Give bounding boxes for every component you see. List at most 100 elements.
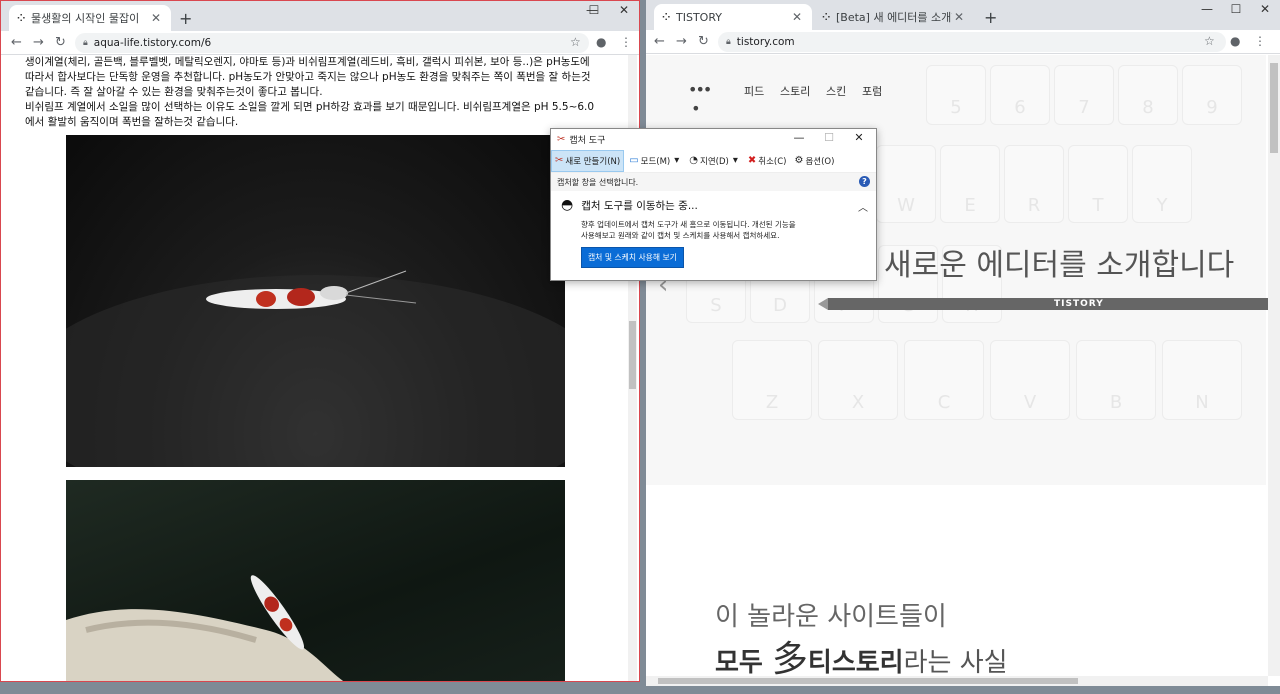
snip-maximize-button: ☐ bbox=[824, 131, 834, 144]
snip-status-bar: 캡처할 창을 선택합니다. ? bbox=[551, 173, 876, 191]
mountain-icon: ◓ bbox=[561, 197, 574, 213]
tab-title: 물생활의 시작인 물잡이 bbox=[31, 12, 140, 25]
new-tab-button[interactable]: + bbox=[179, 9, 192, 28]
scissors-icon: ✂ bbox=[557, 133, 566, 145]
more-menu-icon[interactable]: ⋮ bbox=[620, 35, 632, 49]
mode-label: 모드(M) bbox=[640, 156, 671, 167]
scissors-icon: ✂ bbox=[555, 155, 564, 166]
minimize-button[interactable]: — bbox=[1192, 2, 1222, 16]
notice-body-line: 사용해보고 원래와 같이 캡처 및 스케치를 사용해서 캡처하세요. bbox=[581, 231, 780, 240]
tab-title: [Beta] 새 에디터를 소개합니다. bbox=[836, 11, 952, 24]
nav-story[interactable]: 스토리 bbox=[780, 83, 810, 99]
new-snip-label: 새로 만들기(N) bbox=[565, 156, 621, 167]
star-icon[interactable]: ☆ bbox=[1204, 34, 1215, 48]
forward-arrow-icon[interactable]: → bbox=[33, 35, 44, 50]
key-cap: Z bbox=[732, 340, 812, 420]
gear-icon: ⚙ bbox=[794, 155, 804, 166]
snip-close-button[interactable]: ✕ bbox=[845, 131, 873, 144]
shrimp-photo-2 bbox=[66, 480, 565, 681]
try-snip-sketch-button[interactable]: 캡처 및 스케치 사용해 보기 bbox=[581, 247, 684, 268]
promo-line-2: 모두 多티스토리라는 사실 bbox=[715, 630, 1008, 682]
address-bar[interactable]: 🔒︎ tistory.com bbox=[718, 32, 1226, 52]
left-toolbar: ← → ↻ 🔒︎ aqua-life.tistory.com/6 ☆ ● ⋮ bbox=[1, 31, 639, 55]
mode-icon: ▭ bbox=[629, 155, 639, 166]
delay-button[interactable]: ◔ 지연(D) ▾ bbox=[686, 150, 743, 172]
article-line: 따라서 합사보다는 단독항 운영을 추천합니다. pH농도가 안맞아고 죽지는 … bbox=[25, 71, 591, 83]
restore-icon[interactable]: ☐ bbox=[579, 3, 609, 17]
reload-icon[interactable]: ↻ bbox=[55, 35, 66, 50]
restore-icon[interactable]: ☐ bbox=[1221, 2, 1251, 16]
shrimp-photo-1 bbox=[66, 135, 565, 467]
left-tab-aqua-life[interactable]: ⁘ 물생활의 시작인 물잡이 ✕ bbox=[9, 5, 171, 31]
snip-minimize-button[interactable]: — bbox=[785, 131, 813, 144]
key-cap: 6 bbox=[990, 65, 1050, 125]
tab-close-icon[interactable]: ✕ bbox=[952, 10, 966, 24]
right-scroll-thumb[interactable] bbox=[1270, 63, 1278, 153]
article-text: 생이계열(체리, 골든백, 블루벨벳, 메탈릭오렌지, 야마토 등)과 비쉬림프… bbox=[25, 55, 615, 130]
back-arrow-icon[interactable]: ← bbox=[11, 35, 22, 50]
notice-title: 캡처 도구를 이동하는 중... bbox=[581, 199, 698, 212]
url-text: tistory.com bbox=[736, 36, 795, 48]
dropdown-arrow-icon[interactable]: ▾ bbox=[733, 155, 738, 166]
help-icon[interactable]: ? bbox=[859, 176, 870, 187]
pencil-graphic bbox=[828, 298, 1268, 310]
key-cap: 7 bbox=[1054, 65, 1114, 125]
snip-command-bar: ✂ 새로 만들기(N) ▭ 모드(M) ▾ ◔ 지연(D) ▾ ✖ 취소(C) … bbox=[551, 149, 876, 173]
key-cap: 8 bbox=[1118, 65, 1178, 125]
options-label: 옵션(O) bbox=[805, 156, 835, 167]
profile-icon[interactable]: ● bbox=[1230, 34, 1240, 48]
dropdown-arrow-icon[interactable]: ▾ bbox=[674, 155, 679, 166]
new-tab-button[interactable]: + bbox=[984, 8, 997, 27]
notice-body-line: 향후 업데이트에서 캡처 도구가 새 홈으로 이동됩니다. 개선된 기능을 bbox=[581, 220, 796, 229]
clock-icon: ◔ bbox=[689, 155, 699, 166]
delay-label: 지연(D) bbox=[700, 156, 729, 167]
key-cap: T bbox=[1068, 145, 1128, 223]
key-cap: N bbox=[1162, 340, 1242, 420]
left-scroll-thumb[interactable] bbox=[629, 321, 636, 389]
snip-titlebar: ✂ 캡처 도구 — ☐ ✕ bbox=[551, 129, 876, 149]
article-line: 비쉬림프 계열에서 소일을 많이 선택하는 이유도 소일을 깔게 되면 pH하강… bbox=[25, 101, 595, 113]
star-icon[interactable]: ☆ bbox=[570, 35, 581, 49]
cancel-button[interactable]: ✖ 취소(C) bbox=[745, 150, 790, 172]
key-cap: Y bbox=[1132, 145, 1192, 223]
snip-title: 캡처 도구 bbox=[569, 135, 606, 146]
address-bar[interactable]: 🔒︎ aqua-life.tistory.com/6 bbox=[75, 33, 589, 53]
reload-icon[interactable]: ↻ bbox=[698, 34, 709, 49]
snip-move-notice: ◓ 캡처 도구를 이동하는 중... ︿ 향후 업데이트에서 캡처 도구가 새 … bbox=[551, 191, 876, 274]
right-horizontal-scrollbar[interactable] bbox=[646, 676, 1268, 686]
forward-arrow-icon[interactable]: → bbox=[676, 34, 687, 49]
collapse-chevron-icon[interactable]: ︿ bbox=[858, 199, 868, 214]
notice-header: ◓ 캡처 도구를 이동하는 중... bbox=[561, 197, 866, 213]
key-cap: W bbox=[876, 145, 936, 223]
url-text: aqua-life.tistory.com/6 bbox=[93, 37, 212, 49]
key-cap: B bbox=[1076, 340, 1156, 420]
left-tab-bar: ⁘ 물생활의 시작인 물잡이 ✕ + — ☐ ✕ bbox=[1, 1, 639, 31]
tistory-favicon-icon: ⁘ bbox=[822, 11, 831, 23]
new-snip-button[interactable]: ✂ 새로 만들기(N) bbox=[551, 149, 625, 172]
tab-title: TISTORY bbox=[676, 10, 722, 24]
snipping-tool-window: ✂ 캡처 도구 — ☐ ✕ ✂ 새로 만들기(N) ▭ 모드(M) ▾ ◔ 지연… bbox=[550, 128, 877, 281]
right-hscroll-thumb[interactable] bbox=[658, 678, 1078, 684]
nav-skin[interactable]: 스킨 bbox=[826, 83, 846, 99]
tab-close-icon[interactable]: ✕ bbox=[790, 10, 804, 24]
tab-beta-editor[interactable]: ⁘ [Beta] 새 에디터를 소개합니다. ✕ bbox=[814, 4, 974, 30]
more-menu-icon[interactable]: ⋮ bbox=[1254, 34, 1266, 48]
tab-tistory[interactable]: ⁘ TISTORY ✕ bbox=[654, 4, 812, 30]
red-x-icon: ✖ bbox=[747, 155, 757, 166]
nav-feed[interactable]: 피드 bbox=[744, 83, 764, 99]
back-arrow-icon[interactable]: ← bbox=[654, 34, 665, 49]
tistory-logo[interactable]: ••• • bbox=[688, 80, 712, 118]
close-window-button[interactable]: ✕ bbox=[609, 3, 639, 17]
snip-status-text: 캡처할 창을 선택합니다. bbox=[557, 177, 639, 187]
right-vertical-scrollbar[interactable] bbox=[1268, 55, 1280, 676]
cancel-label: 취소(C) bbox=[758, 156, 787, 167]
mode-button[interactable]: ▭ 모드(M) ▾ bbox=[626, 150, 684, 172]
close-window-button[interactable]: ✕ bbox=[1250, 2, 1280, 16]
promo-text: 라는 사실 bbox=[903, 648, 1008, 678]
options-button[interactable]: ⚙ 옵션(O) bbox=[791, 150, 837, 172]
tistory-favicon-icon: ⁘ bbox=[17, 12, 26, 24]
profile-icon[interactable]: ● bbox=[596, 35, 606, 49]
tab-close-icon[interactable]: ✕ bbox=[149, 11, 163, 25]
key-cap: E bbox=[940, 145, 1000, 223]
nav-forum[interactable]: 포럼 bbox=[862, 83, 882, 99]
